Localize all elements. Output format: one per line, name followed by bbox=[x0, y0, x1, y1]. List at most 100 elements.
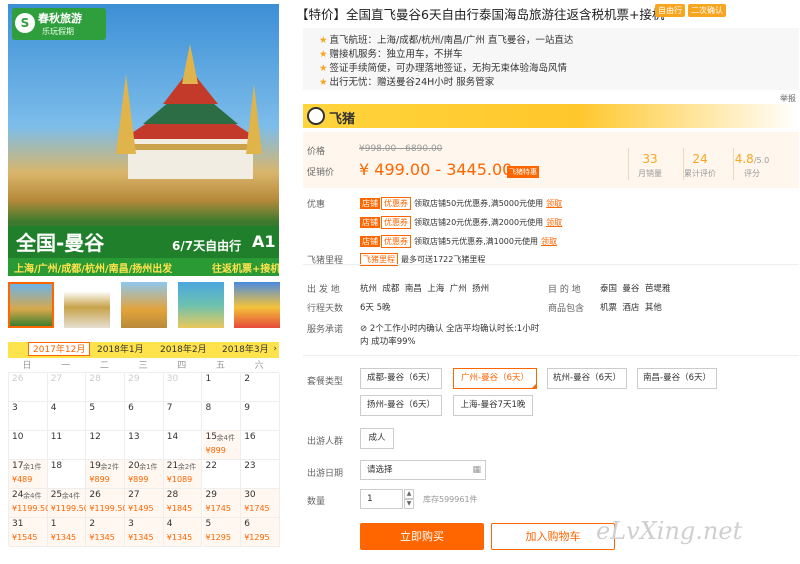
hero-destination: 全国-曼谷 bbox=[16, 231, 105, 255]
calendar-day-cell: 1 bbox=[202, 373, 242, 402]
people-option[interactable]: 成人 bbox=[360, 428, 394, 449]
calendar-day-number: 1 bbox=[50, 519, 57, 529]
calendar-day-cell[interactable]: 26 ¥1199.50 bbox=[86, 489, 128, 518]
calendar-day-number: 26 bbox=[12, 374, 24, 384]
calendar-price: ¥1545 bbox=[12, 533, 38, 542]
calendar-day-cell[interactable]: 29 ¥1745 bbox=[202, 489, 242, 518]
depart-label: 出 发 地 bbox=[307, 285, 340, 295]
coupon-item: 店铺 优惠券 领取店铺50元优惠券,满5000元使用 领取 bbox=[360, 197, 563, 210]
package-option[interactable]: 扬州-曼谷（6天） bbox=[360, 395, 442, 416]
calendar-price: ¥899 bbox=[205, 446, 226, 455]
weekday-label: 四 bbox=[177, 361, 187, 371]
calendar-day-cell: 26 bbox=[9, 373, 48, 402]
calendar-day-cell[interactable]: 27 ¥1495 bbox=[125, 489, 164, 518]
thumbnail-5[interactable] bbox=[234, 282, 280, 328]
calendar-day-cell[interactable]: 19 余2件 ¥899 bbox=[86, 460, 126, 489]
thumbnail-2[interactable] bbox=[64, 282, 110, 328]
calendar-day-number: 12 bbox=[89, 432, 101, 442]
thumbnail-4[interactable] bbox=[178, 282, 224, 328]
get-coupon-link[interactable]: 领取 bbox=[541, 237, 557, 246]
calendar-day-cell[interactable]: 1 ¥1345 bbox=[47, 518, 87, 547]
calendar-month-tabs: 2017年12月 2018年1月 2018年2月 2018年3月 › bbox=[8, 342, 279, 358]
calendar-price: ¥1345 bbox=[128, 533, 154, 542]
calendar-day-cell[interactable]: 17 余1件 ¥489 bbox=[9, 460, 48, 489]
calendar-day-cell[interactable]: 20 余1件 ¥899 bbox=[125, 460, 164, 489]
service-label: 服务承诺 bbox=[307, 325, 344, 335]
calendar-day-cell: 6 bbox=[125, 402, 164, 431]
calendar-day-number: 10 bbox=[12, 432, 24, 442]
calendar-day-number: 25 bbox=[50, 490, 63, 500]
fliggy-logo-icon bbox=[307, 107, 325, 125]
calendar-day-number: 26 bbox=[89, 490, 101, 500]
calendar-day-cell[interactable]: 25 余4件 ¥1199.50 bbox=[47, 489, 89, 518]
dest-label: 目 的 地 bbox=[548, 285, 581, 295]
check-circle-icon: ⊘ bbox=[360, 324, 370, 334]
calendar-day-cell: 30 bbox=[163, 373, 203, 402]
get-coupon-link[interactable]: 领取 bbox=[546, 199, 562, 208]
calendar-day-cell[interactable]: 15 余4件 ¥899 bbox=[202, 431, 242, 460]
calendar-price: ¥1295 bbox=[244, 533, 270, 542]
package-option[interactable]: 杭州-曼谷（6天） bbox=[547, 368, 627, 389]
calendar-day-number: 29 bbox=[205, 490, 217, 500]
buy-now-button[interactable]: 立即购买 bbox=[360, 523, 484, 550]
calendar-day-number: 11 bbox=[50, 432, 63, 442]
promo-tag: 飞猪特惠 bbox=[507, 166, 539, 178]
calendar-day-number: 20 bbox=[128, 461, 140, 471]
calendar-price: ¥489 bbox=[12, 475, 33, 484]
calendar-day-number: 19 bbox=[89, 461, 101, 471]
weekday-label: 一 bbox=[61, 361, 71, 371]
calendar-day-number: 3 bbox=[12, 403, 18, 413]
calendar-day-cell[interactable]: 2 ¥1345 bbox=[86, 518, 126, 547]
price-label: 价格 bbox=[307, 147, 326, 157]
calendar-day-number: 28 bbox=[166, 490, 179, 500]
report-link[interactable]: 举报 bbox=[780, 93, 796, 104]
calendar-day-number: 31 bbox=[12, 519, 24, 529]
original-price: ¥998.00 - 6890.00 bbox=[359, 144, 443, 154]
calendar-day-cell[interactable]: 21 余2件 ¥1089 bbox=[163, 460, 203, 489]
feature-item: ★ 签证手续简便，可办理落地签证，无拘无束体验海岛风情 bbox=[319, 63, 568, 74]
package-option[interactable]: 成都-曼谷（6天） bbox=[360, 368, 442, 389]
calendar-price: ¥1495 bbox=[128, 504, 154, 513]
days-value: 6天 5晚 bbox=[360, 303, 391, 313]
promo-label: 促销价 bbox=[307, 168, 335, 178]
coupon-item: 店铺 优惠券 领取店铺20元优惠券,满2000元使用 领取 bbox=[360, 216, 563, 229]
get-coupon-link[interactable]: 领取 bbox=[546, 218, 562, 227]
hero-cities: 上海/广州/成都/杭州/南昌/扬州出发 bbox=[14, 264, 173, 275]
calendar-month-tab[interactable]: 2018年2月 bbox=[156, 343, 211, 357]
calendar-day-cell: 11 bbox=[47, 431, 87, 460]
calendar-day-cell[interactable]: 30 ¥1745 bbox=[241, 489, 280, 518]
calendar-day-cell[interactable]: 5 ¥1295 bbox=[202, 518, 242, 547]
calendar-month-tab[interactable]: 2018年1月 bbox=[93, 343, 148, 357]
calendar-day-cell: 2 bbox=[241, 373, 280, 402]
calendar-day-cell[interactable]: 4 ¥1345 bbox=[163, 518, 203, 547]
thumbnail-1[interactable] bbox=[8, 282, 54, 328]
calendar-day-cell: 14 bbox=[163, 431, 203, 460]
tag-badge: 二次确认 bbox=[688, 4, 726, 17]
calendar-month-tab[interactable]: 2017年12月 bbox=[28, 342, 91, 356]
calendar-day-cell[interactable]: 28 ¥1845 bbox=[163, 489, 203, 518]
thumbnail-3[interactable] bbox=[121, 282, 167, 328]
stat-monthly-sales: 33 月销量 bbox=[638, 152, 662, 178]
calendar-day-cell[interactable]: 6 ¥1295 bbox=[241, 518, 280, 547]
calendar-day-cell[interactable]: 3 ¥1345 bbox=[125, 518, 164, 547]
shop-name[interactable]: 飞猪 bbox=[329, 108, 355, 127]
package-option[interactable]: 南昌-曼谷（6天） bbox=[637, 368, 717, 389]
calendar-day-number: 22 bbox=[205, 461, 217, 471]
calendar-day-cell: 10 bbox=[9, 431, 48, 460]
quantity-up-icon[interactable]: ▲ bbox=[404, 489, 414, 499]
package-option[interactable]: 上海-曼谷7天1晚 bbox=[453, 395, 533, 416]
calendar-next-icon[interactable]: › bbox=[273, 344, 277, 354]
calendar-month-tab[interactable]: 2018年3月 bbox=[218, 343, 273, 357]
calendar-day-cell: 5 bbox=[86, 402, 126, 431]
package-option-selected[interactable]: 广州-曼谷（6天） bbox=[453, 368, 537, 389]
calendar-day-cell[interactable]: 24 余4件 ¥1199.50 bbox=[9, 489, 50, 518]
calendar-day-cell[interactable]: 31 ¥1545 bbox=[9, 518, 48, 547]
thumbnail-strip bbox=[8, 282, 280, 328]
date-picker-input[interactable]: 请选择 ▦ bbox=[360, 460, 486, 480]
product-hero-image: S 春秋旅游 乐玩假期 全国-曼谷 6/7天自由行 A1 上海/广州/成都/杭州… bbox=[8, 4, 279, 276]
shop-banner: 飞猪 bbox=[303, 104, 799, 128]
calendar-day-number: 14 bbox=[166, 432, 179, 442]
quantity-down-icon[interactable]: ▼ bbox=[404, 499, 414, 509]
quantity-input[interactable]: 1 bbox=[360, 489, 403, 509]
stat-reviews[interactable]: 24 累计评价 bbox=[673, 152, 727, 179]
